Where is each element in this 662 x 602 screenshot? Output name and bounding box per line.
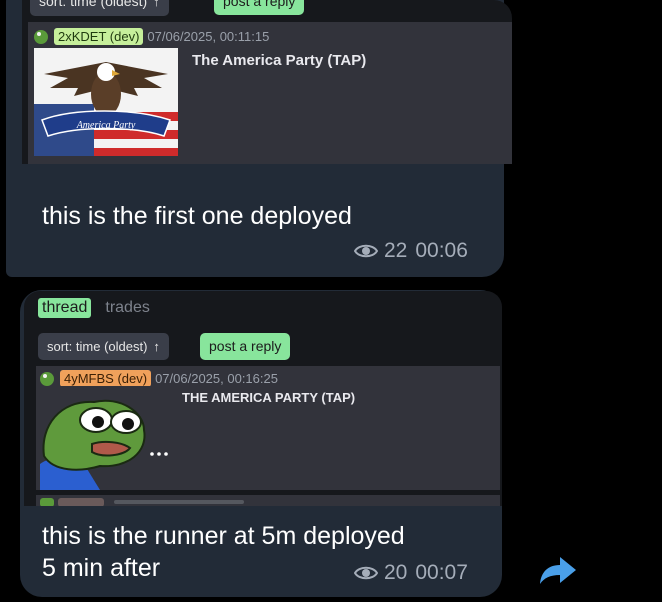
arrow-up-icon: ↑ [153,339,160,354]
sort-dropdown[interactable]: sort: time (oldest) ↑ [30,0,169,16]
embedded-screenshot-2: thread trades sort: time (oldest) ↑ post … [24,291,502,506]
tab-bar: thread trades [38,298,150,318]
message-time: 00:06 [415,239,468,262]
eagle-flag-image: America Party [34,48,178,156]
tab-trades[interactable]: trades [105,299,149,317]
message-text-line-1: this is the runner at 5m deployed [42,522,405,550]
pepe-avatar-icon [34,29,48,44]
timestamp: 07/06/2025, 00:16:25 [155,371,278,386]
card-header: 2xKDET (dev) 07/06/2025, 00:11:15 [34,28,269,45]
message-time: 00:07 [415,561,468,584]
message-meta: 22 00:06 [354,239,468,263]
card-header: 4yMFBS (dev) 07/06/2025, 00:16:25 [40,370,278,387]
view-count: 20 [384,561,408,584]
message-meta: 20 00:07 [354,561,468,585]
views-eye-icon [354,566,378,580]
arrow-up-icon: ↑ [153,0,160,9]
token-title[interactable]: THE AMERICA PARTY (TAP) [182,390,355,405]
embedded-screenshot-1: sort: time (oldest) ↑ post a reply 2xKDET… [22,0,512,164]
timestamp: 07/06/2025, 00:11:15 [147,29,270,44]
post-reply-button[interactable]: post a reply [214,0,305,15]
pepe-avatar-icon [40,371,54,386]
views-eye-icon [354,244,378,258]
sort-dropdown[interactable]: sort: time (oldest) ↑ [38,333,169,360]
view-count: 22 [384,239,408,262]
tab-thread[interactable]: thread [38,298,92,318]
svg-text:America Party: America Party [76,120,136,131]
post-reply-button[interactable]: post a reply [200,333,291,360]
next-card-peek [36,495,500,506]
token-title[interactable]: The America Party (TAP) [192,52,366,69]
token-card[interactable]: 4yMFBS (dev) 07/06/2025, 00:16:25 THE AM… [36,366,500,490]
message-text: this is the first one deployed [42,202,352,230]
message-bubble-1[interactable]: sort: time (oldest) ↑ post a reply 2xKDET… [6,0,512,277]
share-forward-icon[interactable] [538,554,578,586]
token-card[interactable]: 2xKDET (dev) 07/06/2025, 00:11:15 Americ… [28,22,512,164]
dev-badge[interactable]: 2xKDET (dev) [54,28,144,45]
message-text: this is the runner at 5m deployed 5 min … [42,520,405,584]
dev-badge[interactable]: 4yMFBS (dev) [60,370,152,387]
message-text-line-2: 5 min after [42,554,161,582]
pepe-image [40,386,176,490]
